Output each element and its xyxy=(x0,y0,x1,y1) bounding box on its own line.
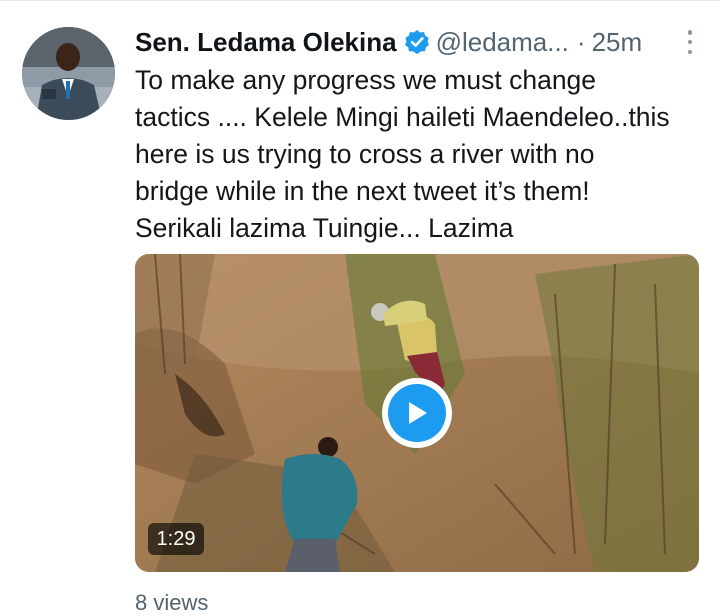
top-divider xyxy=(0,0,720,1)
separator-dot: · xyxy=(576,26,586,57)
author-name[interactable]: Sen. Ledama Olekina xyxy=(135,27,397,58)
tweet-text: To make any progress we must change tact… xyxy=(135,65,670,243)
view-count: 8 views xyxy=(135,590,209,615)
more-dot xyxy=(687,30,693,35)
verified-badge-icon xyxy=(404,29,430,55)
play-icon xyxy=(388,384,446,442)
tweet-header: Sen. Ledama Olekina @ledama... · 25m xyxy=(135,24,695,60)
author-avatar[interactable] xyxy=(22,27,115,120)
video-duration-badge: 1:29 xyxy=(148,523,204,555)
author-handle[interactable]: @ledama... xyxy=(436,27,569,58)
play-button[interactable] xyxy=(382,378,452,448)
more-dot xyxy=(687,49,693,54)
more-options-icon[interactable] xyxy=(684,30,696,54)
more-dot xyxy=(687,39,693,45)
tweet-timestamp[interactable]: 25m xyxy=(592,27,643,58)
